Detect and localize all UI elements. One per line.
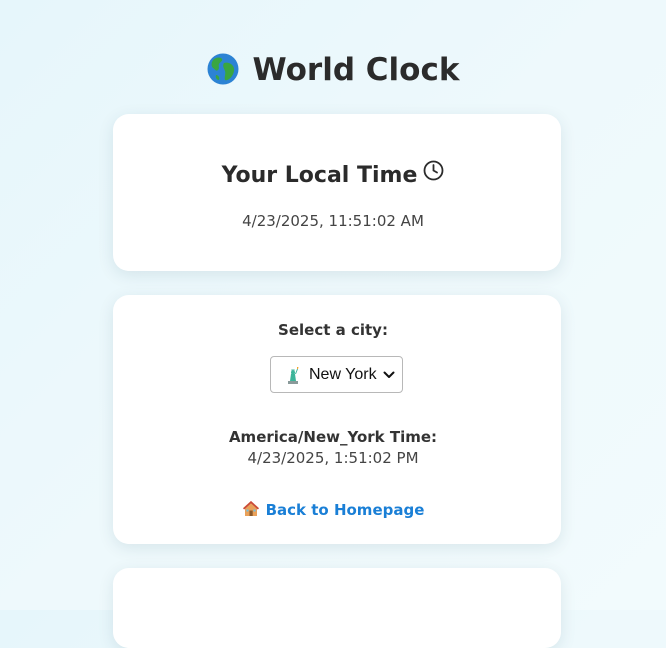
chevron-down-icon	[383, 371, 395, 378]
statue-of-liberty-icon	[288, 366, 299, 384]
timezone-label: America/New_York Time:	[228, 428, 438, 446]
page-title-text: World Clock	[252, 52, 460, 88]
globe-icon	[207, 53, 239, 85]
local-time-heading-text: Your Local Time	[221, 163, 418, 188]
local-time-value: 4/23/2025, 11:51:02 AM	[242, 212, 424, 230]
selected-city-text: New York	[309, 365, 377, 383]
back-to-homepage-label[interactable]: Back to Homepage	[266, 501, 425, 519]
house-icon	[242, 501, 259, 516]
extra-card	[113, 568, 561, 648]
page-title: World Clock	[0, 50, 666, 90]
local-time-heading: Your Local Time	[0, 160, 666, 191]
back-to-homepage-link[interactable]: Back to Homepage	[0, 500, 666, 520]
city-select[interactable]: New York	[270, 356, 403, 393]
local-time-card	[113, 114, 561, 271]
timezone-time-value: 4/23/2025, 1:51:02 PM	[247, 449, 419, 467]
clock-icon	[424, 160, 444, 181]
select-city-label: Select a city:	[278, 321, 388, 339]
